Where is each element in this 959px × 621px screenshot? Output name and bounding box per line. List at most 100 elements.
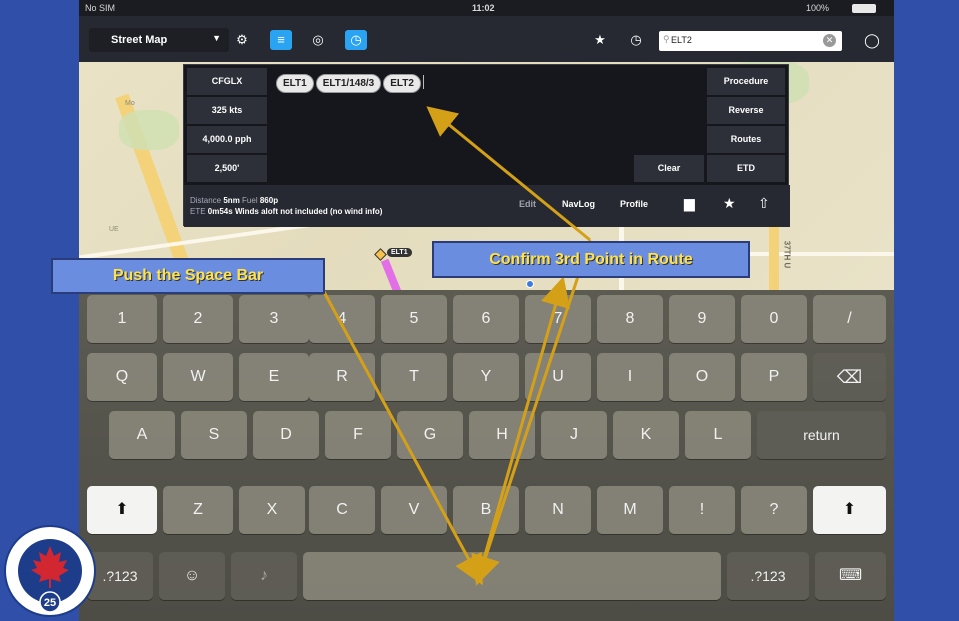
flight-params: CFGLX 325 kts 4,000.0 pph 2,500' xyxy=(184,65,270,185)
microphone-icon[interactable]: ♪ xyxy=(231,552,297,600)
key-z[interactable]: Z xyxy=(163,486,233,534)
map-park xyxy=(119,110,179,150)
key-u[interactable]: U xyxy=(525,353,591,401)
fuel-burn-button[interactable]: 4,000.0 pph xyxy=(187,126,267,153)
battery-icon xyxy=(852,4,876,13)
distance-value: 5nm xyxy=(223,196,240,205)
aircraft-button[interactable]: CFGLX xyxy=(187,68,267,95)
casara-logo: 25 xyxy=(4,525,96,617)
route-actions: Procedure Reverse Routes ETD xyxy=(704,65,788,185)
key-slash[interactable]: / xyxy=(813,295,886,343)
key-y[interactable]: Y xyxy=(453,353,519,401)
app-toolbar: Street Map ▼ ⚙ ≡ ◎ ◷ ★ ◷ ⚲ ELT2 ✕ ◯ xyxy=(79,16,894,62)
route-list-icon[interactable]: ≡ xyxy=(270,30,292,50)
routes-button[interactable]: Routes xyxy=(707,126,785,153)
key-f[interactable]: F xyxy=(325,411,391,459)
tab-navlog[interactable]: NavLog xyxy=(562,199,595,209)
fuel-value: 860p xyxy=(259,196,279,205)
key-c[interactable]: C xyxy=(309,486,375,534)
etd-button[interactable]: ETD xyxy=(707,155,785,182)
route-waypoint-chip[interactable]: ELT1 xyxy=(276,74,314,93)
star-icon[interactable]: ★ xyxy=(723,195,736,212)
route-waypoint-chip[interactable]: ELT2 xyxy=(383,74,421,93)
procedure-button[interactable]: Procedure xyxy=(707,68,785,95)
key-x[interactable]: X xyxy=(239,486,305,534)
route-waypoint-chip[interactable]: ELT1/148/3 xyxy=(315,74,382,93)
key-question[interactable]: ? xyxy=(741,486,807,534)
key-j[interactable]: J xyxy=(541,411,607,459)
waypoint-label: ELT1 xyxy=(387,248,412,257)
carrier-label: No SIM xyxy=(85,3,116,13)
battery-percent: 100% xyxy=(806,3,830,13)
map-road xyxy=(769,220,779,300)
emoji-icon[interactable]: ☺ xyxy=(159,552,225,600)
key-r[interactable]: R xyxy=(309,353,375,401)
space-bar[interactable] xyxy=(303,552,721,600)
distance-label: Distance xyxy=(190,196,222,205)
sync-icon[interactable]: ◯ xyxy=(861,30,883,50)
ipad-screen: Mo UE 37TH U ELT1 No SIM 11:02 100% Stre… xyxy=(79,0,894,621)
share-icon[interactable]: ⇧ xyxy=(758,195,770,212)
airspeed-button[interactable]: 325 kts xyxy=(187,97,267,124)
reverse-button[interactable]: Reverse xyxy=(707,97,785,124)
tab-edit[interactable]: Edit xyxy=(519,199,536,209)
key-a[interactable]: A xyxy=(109,411,175,459)
key-w[interactable]: W xyxy=(163,353,233,401)
key-n[interactable]: N xyxy=(525,486,591,534)
map-mode-select[interactable]: Street Map ▼ xyxy=(89,28,229,52)
key-6[interactable]: 6 xyxy=(453,295,519,343)
key-o[interactable]: O xyxy=(669,353,735,401)
key-g[interactable]: G xyxy=(397,411,463,459)
key-p[interactable]: P xyxy=(741,353,807,401)
route-summary: Distance 5nm Fuel 860p ETE 0m54s Winds a… xyxy=(190,195,382,217)
key-v[interactable]: V xyxy=(381,486,447,534)
key-7[interactable]: 7 xyxy=(525,295,591,343)
chevron-down-icon: ▼ xyxy=(212,33,221,43)
key-l[interactable]: L xyxy=(685,411,751,459)
key-d[interactable]: D xyxy=(253,411,319,459)
key-h[interactable]: H xyxy=(469,411,535,459)
key-i[interactable]: I xyxy=(597,353,663,401)
compass-icon[interactable]: ◎ xyxy=(307,30,329,50)
search-field[interactable]: ⚲ ELT2 ✕ xyxy=(659,31,842,51)
altitude-button[interactable]: 2,500' xyxy=(187,155,267,182)
key-exclaim[interactable]: ! xyxy=(669,486,735,534)
shift-right-icon[interactable]: ⬆ xyxy=(813,486,886,534)
status-bar: No SIM 11:02 100% xyxy=(79,0,894,16)
key-2[interactable]: 2 xyxy=(163,295,233,343)
key-0[interactable]: 0 xyxy=(741,295,807,343)
return-key[interactable]: return xyxy=(757,411,886,459)
backspace-icon[interactable]: ⌫ xyxy=(813,353,886,401)
callout-push-space-bar: Push the Space Bar xyxy=(51,258,325,294)
key-s[interactable]: S xyxy=(181,411,247,459)
winds-note: Winds aloft not included (no wind info) xyxy=(234,207,383,216)
key-m[interactable]: M xyxy=(597,486,663,534)
route-field[interactable]: ELT1 ELT1/148/3 ELT2 xyxy=(276,73,424,93)
key-k[interactable]: K xyxy=(613,411,679,459)
clear-search-icon[interactable]: ✕ xyxy=(823,34,836,47)
search-input[interactable]: ELT2 xyxy=(671,35,692,45)
key-5[interactable]: 5 xyxy=(381,295,447,343)
key-b[interactable]: B xyxy=(453,486,519,534)
key-e[interactable]: E xyxy=(239,353,309,401)
key-t[interactable]: T xyxy=(381,353,447,401)
key-q[interactable]: Q xyxy=(87,353,157,401)
star-add-icon[interactable]: ★ xyxy=(589,30,611,50)
numbers-key-right[interactable]: .?123 xyxy=(727,552,809,600)
timer-icon[interactable]: ◷ xyxy=(345,30,367,50)
waypoint-dot-icon[interactable] xyxy=(526,280,534,288)
briefcase-icon[interactable]: ▆ xyxy=(684,195,695,212)
map-mode-label: Street Map xyxy=(111,34,168,46)
shift-left-icon[interactable]: ⬆ xyxy=(87,486,157,534)
key-9[interactable]: 9 xyxy=(669,295,735,343)
clock-icon[interactable]: ◷ xyxy=(625,30,647,50)
key-8[interactable]: 8 xyxy=(597,295,663,343)
key-1[interactable]: 1 xyxy=(87,295,157,343)
clear-route-button[interactable]: Clear xyxy=(634,155,704,182)
key-4[interactable]: 4 xyxy=(309,295,375,343)
ete-label: ETE xyxy=(190,207,206,216)
gear-icon[interactable]: ⚙ xyxy=(231,30,253,50)
keyboard-dismiss-icon[interactable]: ⌨ xyxy=(815,552,886,600)
key-3[interactable]: 3 xyxy=(239,295,309,343)
tab-profile[interactable]: Profile xyxy=(620,199,648,209)
